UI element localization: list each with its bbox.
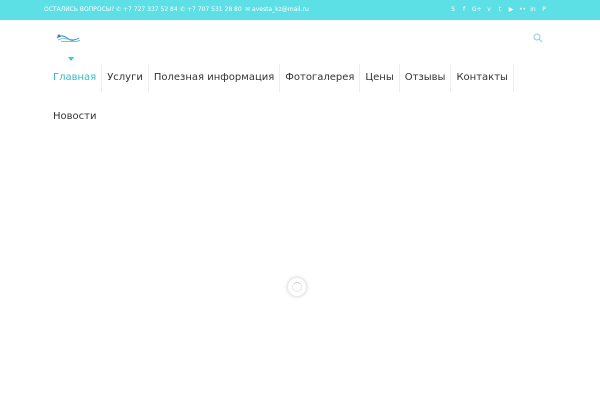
mail-icon: ✉: [245, 6, 251, 13]
nav-item-news[interactable]: Новости: [53, 109, 96, 125]
twitter-icon[interactable]: t: [497, 0, 503, 20]
nav-item-photogallery[interactable]: Фотогалерея: [280, 64, 361, 92]
google-plus-icon[interactable]: G+: [472, 0, 482, 20]
facebook-icon[interactable]: f: [461, 0, 467, 20]
phone-icon: ✆: [116, 6, 122, 13]
skype-icon[interactable]: S: [450, 0, 456, 20]
top-bar: ОСТАЛИСЬ ВОПРОСЫ? ✆ +7 727 337 52 84 ✆ +…: [0, 0, 600, 20]
flickr-icon[interactable]: ••: [519, 0, 526, 20]
pinterest-icon[interactable]: P: [541, 0, 547, 20]
contact-phone-2[interactable]: ✆ +7 707 531 28 80: [180, 0, 242, 20]
linkedin-icon[interactable]: in: [530, 0, 536, 20]
nav-item-prices[interactable]: Цены: [360, 64, 400, 92]
phone-2-text: +7 707 531 28 80: [187, 6, 242, 13]
main-nav: Главная Услуги Полезная информация Фотог…: [48, 64, 514, 92]
contact-question: ОСТАЛИСЬ ВОПРОСЫ?: [44, 0, 114, 20]
contact-email[interactable]: ✉ avesta_kz@mail.ru: [245, 0, 309, 20]
vimeo-icon[interactable]: v: [486, 0, 492, 20]
logo[interactable]: [55, 32, 81, 44]
nav-item-services[interactable]: Услуги: [102, 64, 149, 92]
contact-question-text: ОСТАЛИСЬ ВОПРОСЫ?: [44, 6, 115, 13]
youtube-icon[interactable]: ▶: [508, 0, 514, 20]
chevron-down-icon[interactable]: [68, 57, 74, 61]
loading-spinner: [288, 278, 306, 296]
phone-1-text: +7 727 337 52 84: [123, 6, 178, 13]
nav-item-useful-info[interactable]: Полезная информация: [149, 64, 281, 92]
nav-item-contacts[interactable]: Контакты: [451, 64, 514, 92]
phone-icon: ✆: [180, 6, 186, 13]
email-text: avesta_kz@mail.ru: [252, 6, 309, 13]
nav-item-reviews[interactable]: Отзывы: [400, 64, 452, 92]
social-links: S f G+ v t ▶ •• in P: [450, 0, 547, 20]
contact-phone-1[interactable]: ✆ +7 727 337 52 84: [116, 0, 178, 20]
search-icon[interactable]: [533, 33, 543, 43]
nav-item-home[interactable]: Главная: [48, 64, 103, 92]
